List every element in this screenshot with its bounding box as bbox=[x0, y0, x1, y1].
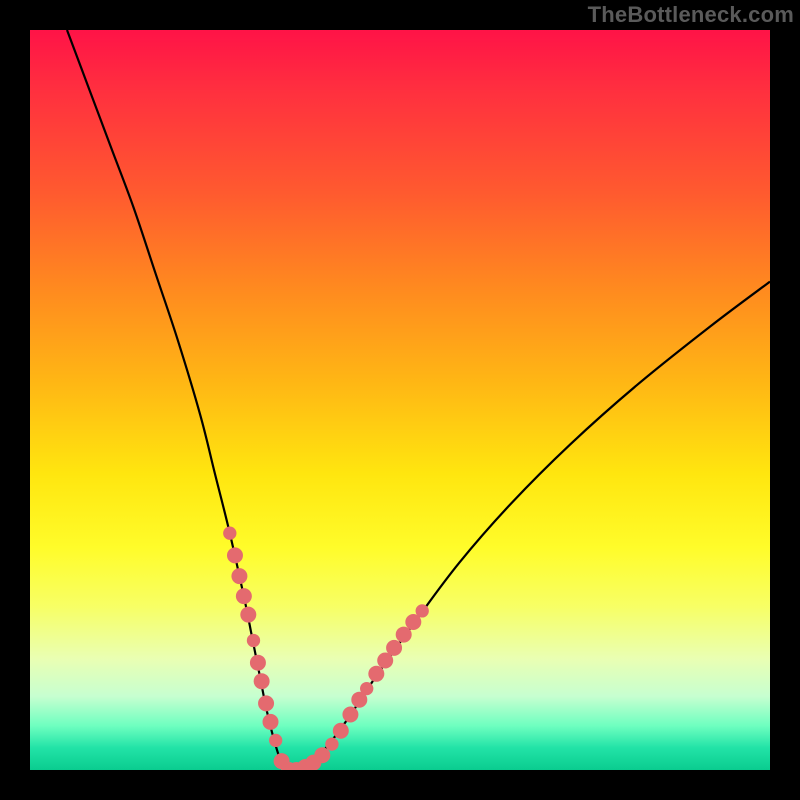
curve-marker bbox=[223, 527, 236, 540]
curve-marker bbox=[263, 714, 279, 730]
curve-marker bbox=[342, 707, 358, 723]
curve-marker bbox=[269, 734, 282, 747]
curve-marker bbox=[325, 737, 338, 750]
curve-marker bbox=[333, 723, 349, 739]
curve-marker bbox=[416, 604, 429, 617]
watermark-text: TheBottleneck.com bbox=[588, 2, 794, 28]
chart-frame: TheBottleneck.com bbox=[0, 0, 800, 800]
curve-marker bbox=[240, 607, 256, 623]
curve-marker bbox=[360, 682, 373, 695]
curve-marker bbox=[396, 627, 412, 643]
curve-marker bbox=[386, 640, 402, 656]
curve-layer bbox=[30, 30, 770, 770]
plot-area bbox=[30, 30, 770, 770]
curve-marker bbox=[247, 634, 260, 647]
curve-marker bbox=[258, 695, 274, 711]
curve-marker bbox=[254, 673, 270, 689]
curve-marker bbox=[250, 655, 266, 671]
curve-marker bbox=[236, 588, 252, 604]
bottleneck-curve bbox=[67, 30, 770, 770]
curve-marker bbox=[368, 666, 384, 682]
curve-marker bbox=[227, 547, 243, 563]
curve-marker bbox=[314, 747, 330, 763]
curve-marker bbox=[231, 568, 247, 584]
